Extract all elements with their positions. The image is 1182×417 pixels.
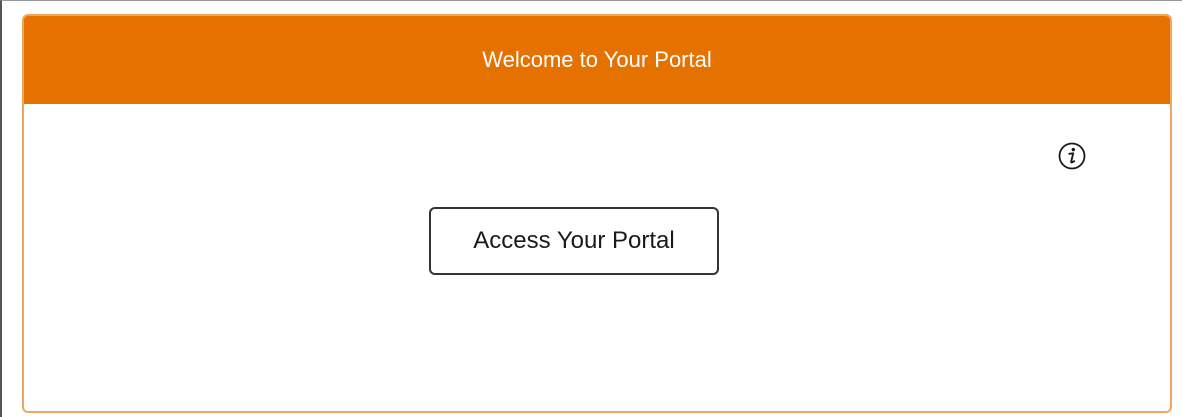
card-header: Welcome to Your Portal (24, 16, 1170, 104)
page-title: Welcome to Your Portal (482, 47, 712, 72)
info-icon[interactable] (1057, 141, 1087, 171)
access-portal-button[interactable]: Access Your Portal (429, 207, 719, 275)
